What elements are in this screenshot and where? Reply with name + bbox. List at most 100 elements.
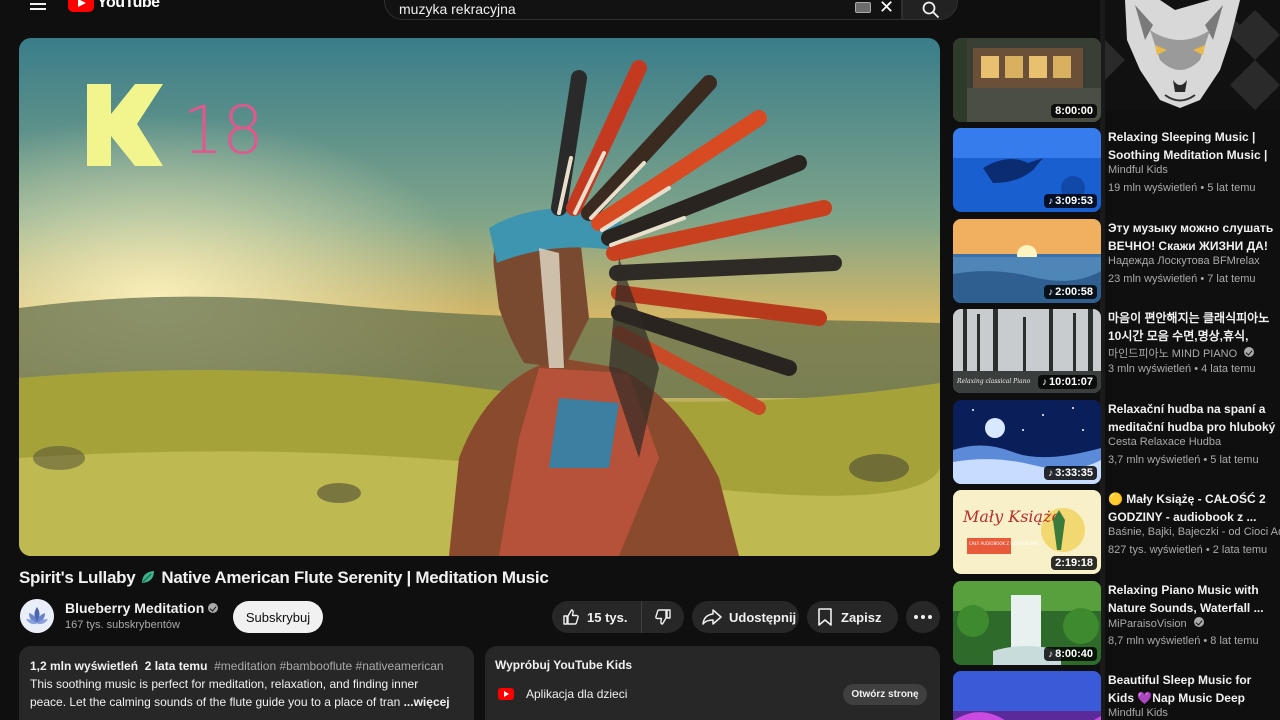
recommendation-thumbnail[interactable]: ♪ 2:00:58 [953,219,1101,303]
channel-watermark-icon [87,84,163,166]
description-line-1: This soothing music is perfect for medit… [30,677,419,691]
recommendation-channel[interactable]: Надежда Лоскутова BFMrelax [1108,255,1260,267]
recommendation-card[interactable]: ♪ 3:33:35 Relaxační hudba na spaní a medit… [953,400,1280,484]
share-button[interactable]: Udostępnij [692,601,799,633]
recommendation-title[interactable]: 🟡 Mały Książę - CAŁOŚĆ 2 GODZINY - audio… [1108,490,1280,526]
recommendation-meta: 8,7 mln wyświetleń • 8 lat temu [1108,635,1259,647]
recommendation-meta: 23 mln wyświetleń • 7 lat temu [1108,273,1256,285]
recommendation-thumbnail[interactable]: ♪ 8:00:40 [953,581,1101,665]
recommendation-title[interactable]: Relaxační hudba na spaní a meditační hud… [1108,400,1280,436]
recommendation-card[interactable]: ♪ 3:09:53 Relaxing Sleeping Music | Soothi… [953,128,1280,212]
more-actions-button[interactable] [906,601,940,633]
recommendation-thumbnail[interactable]: 8:00:00 [953,38,1101,122]
recommendation-thumbnail[interactable]: ♪ 3:33:35 [953,400,1101,484]
share-label: Udostępnij [729,609,797,625]
like-button[interactable]: 15 tys. [552,601,642,633]
thumb-caption: Relaxing classical Piano [956,378,1031,385]
recommendation-card[interactable]: ♪ 2:00:58 Эту музыку можно слушать ВЕЧНО! … [953,219,1280,303]
video-title-part-2: Native American Flute Serenity | Meditat… [161,568,549,587]
recommendation-channel[interactable]: Mindful Kids [1108,707,1168,719]
recommendation-thumbnail[interactable]: ♪ 3:09:53 [953,128,1101,212]
music-note-icon: ♪ [1048,648,1054,660]
recommendation-meta: 3,7 mln wyświetleń • 5 lat temu [1108,454,1259,466]
thumbs-down-icon [655,609,671,625]
recommendation-channel-text[interactable]: MiParaisoVision [1108,618,1187,630]
youtube-logo[interactable]: YouTube [68,0,160,12]
recommendation-channel-text[interactable]: Baśnie, Bajki, Bajeczki - od Cioci Ade [1108,526,1280,538]
recommendation-title[interactable]: 마음이 편안해지는 클래식피아노 10시간 모음 수면,명상,휴식, [1108,309,1280,345]
leaf-emoji-icon [142,571,155,583]
description-box[interactable]: 1,2 mln wyświetleń 2 lata temu #meditati… [19,646,474,720]
youtube-kids-icon [498,688,514,700]
recommendation-meta: 827 tys. wyświetleń • 2 lata temu [1108,544,1268,556]
verified-icon [208,603,219,613]
recommendation-meta: 19 mln wyświetleń • 5 lat temu [1108,182,1256,194]
recommendation-card[interactable]: 8:00:00 [953,38,1280,122]
recommendation-channel-text[interactable]: Mindful Kids [1108,164,1168,176]
duration-text: 8:00:00 [1055,105,1093,117]
open-site-button[interactable]: Otwórz stronę [843,684,927,705]
music-note-icon: ♪ [1041,376,1047,388]
logo-text: YouTube [97,0,160,11]
recommendation-channel[interactable]: Mindful Kids [1108,164,1168,176]
like-dislike-group: 15 tys. [552,601,684,633]
duration-text: 2:19:18 [1055,557,1093,569]
recommendation-thumbnail[interactable]: Mały Książe CAŁY AUDIOBOOK Z ILUSTRACJAMI… [953,490,1101,574]
bookmark-icon [818,608,832,626]
recommendation-thumbnail[interactable]: Relaxing classical Piano ♪ 10:01:07 [953,309,1101,393]
duration-text: 3:33:35 [1055,467,1093,479]
recommendation-card[interactable]: Beautiful Sleep Music for Kids 💜Nap Musi… [953,671,1280,720]
description-line-2-text: peace. Let the calming sounds of the flu… [30,695,401,709]
thumbs-up-icon [563,609,579,625]
recommendation-meta: 3 mln wyświetleń • 4 lata temu [1108,363,1256,375]
recommendation-channel[interactable]: Cesta Relaxace Hudba [1108,436,1221,448]
search-button[interactable] [902,0,958,20]
duration-text: 8:00:40 [1055,648,1093,660]
keyboard-icon[interactable] [855,2,871,13]
recommendation-title[interactable]: Beautiful Sleep Music for Kids 💜Nap Musi… [1108,671,1280,707]
watermark-number: 18 [182,92,264,169]
clear-search-icon[interactable]: ✕ [879,0,894,18]
verified-icon [1193,617,1204,627]
dislike-button[interactable] [642,601,684,633]
hashtags[interactable]: #meditation #bambooflute #nativeamerican [214,659,443,673]
recommendation-channel-text[interactable]: Mindful Kids [1108,707,1168,719]
channel-name[interactable]: Blueberry Meditation [65,600,219,616]
subscribe-button[interactable]: Subskrybuj [233,601,323,633]
duration-text: 2:00:58 [1055,286,1093,298]
duration-text: 10:01:07 [1048,376,1093,388]
video-title: Spirit's Lullaby Native American Flute Se… [19,568,549,588]
duration-badge: 8:00:00 [1051,104,1097,118]
recommendation-channel-text[interactable]: Надежда Лоскутова BFMrelax [1108,255,1260,267]
channel-avatar[interactable] [20,599,54,633]
recommendation-channel-text[interactable]: 마인드피아노 MIND PIANO [1108,348,1237,360]
show-more-link[interactable]: ...więcej [404,695,450,709]
verified-icon [1244,347,1255,357]
save-button[interactable]: Zapisz [807,601,898,633]
recommendation-title[interactable]: Эту музыку можно слушать ВЕЧНО! Скажи ЖИ… [1108,219,1280,255]
search-query[interactable]: muzyka rekracyjna [399,1,516,17]
music-note-icon: ♪ [1048,286,1054,298]
video-player[interactable]: 18 [19,38,940,556]
search-input[interactable]: muzyka rekracyjna ✕ [384,0,902,20]
recommendation-title[interactable]: Relaxing Sleeping Music | Soothing Medit… [1108,128,1280,164]
channel-name-text[interactable]: Blueberry Meditation [65,600,204,616]
upload-age: 2 lata temu [144,659,208,673]
recommendation-channel[interactable]: 마인드피아노 MIND PIANO [1108,345,1255,361]
recommendation-channel[interactable]: MiParaisoVision [1108,617,1204,630]
recommendation-card[interactable]: Relaxing classical Piano ♪ 10:01:07 마음이 편안해… [953,309,1280,393]
menu-icon[interactable] [28,0,50,16]
thumb-book-subtitle: CAŁY AUDIOBOOK Z ILUSTRACJAMI [969,541,1038,546]
music-note-icon: ♪ [1048,467,1054,479]
recommendation-thumbnail[interactable] [953,671,1101,720]
kids-heading: Wypróbuj YouTube Kids [495,658,633,672]
youtube-kids-promo: Wypróbuj YouTube Kids Aplikacja dla dzie… [485,646,940,720]
recommendation-card[interactable]: Mały Książe CAŁY AUDIOBOOK Z ILUSTRACJAMI… [953,490,1280,574]
recommendation-channel-text[interactable]: Cesta Relaxace Hudba [1108,436,1221,448]
recommendation-title[interactable]: Relaxing Piano Music with Nature Sounds,… [1108,581,1280,617]
recommendation-card[interactable]: ♪ 8:00:40 Relaxing Piano Music with Nature… [953,581,1280,665]
duration-badge: ♪ 2:00:58 [1044,285,1097,299]
duration-text: 3:09:53 [1055,195,1093,207]
recommendation-channel[interactable]: Baśnie, Bajki, Bajeczki - od Cioci Ade [1108,526,1280,538]
music-note-icon: ♪ [1048,195,1054,207]
